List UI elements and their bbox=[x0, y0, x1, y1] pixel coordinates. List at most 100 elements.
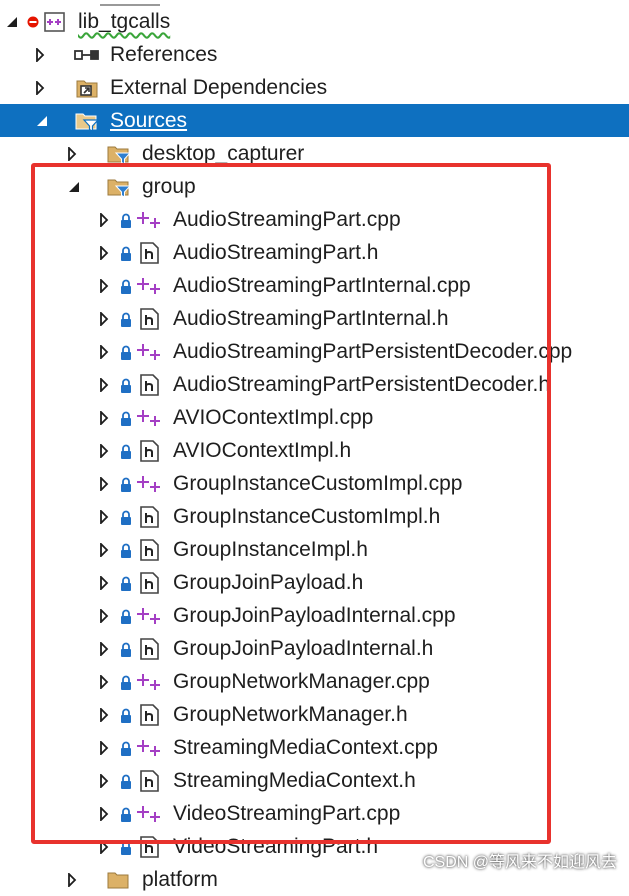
chevron-right-icon[interactable] bbox=[96, 830, 112, 863]
chevron-right-icon[interactable] bbox=[96, 665, 112, 698]
file-name: AVIOContextImpl.h bbox=[173, 439, 352, 462]
chevron-right-icon[interactable] bbox=[96, 335, 112, 368]
file-row[interactable]: AudioStreamingPartInternal.h bbox=[0, 302, 629, 335]
file-name: AudioStreamingPartInternal.cpp bbox=[173, 274, 471, 297]
cpp-file-icon bbox=[136, 669, 162, 695]
chevron-right-icon[interactable] bbox=[96, 533, 112, 566]
tree-node-desktop-capturer[interactable]: desktop_capturer bbox=[0, 137, 629, 170]
references-label: References bbox=[110, 43, 218, 66]
file-name: GroupJoinPayloadInternal.h bbox=[173, 637, 434, 660]
tree-node-project[interactable]: lib_tgcalls bbox=[0, 5, 629, 38]
chevron-right-icon[interactable] bbox=[64, 137, 80, 170]
chevron-right-icon[interactable] bbox=[32, 38, 48, 71]
lock-icon bbox=[120, 772, 132, 789]
lock-icon bbox=[120, 739, 132, 756]
file-row[interactable]: GroupJoinPayloadInternal.cpp bbox=[0, 599, 629, 632]
file-row[interactable]: AVIOContextImpl.h bbox=[0, 434, 629, 467]
lock-icon bbox=[120, 640, 132, 657]
file-row[interactable]: AVIOContextImpl.cpp bbox=[0, 401, 629, 434]
chevron-right-icon[interactable] bbox=[96, 368, 112, 401]
file-name: VideoStreamingPart.h bbox=[173, 835, 379, 858]
references-icon bbox=[74, 42, 100, 68]
header-file-icon bbox=[136, 636, 162, 662]
file-row[interactable]: StreamingMediaContext.cpp bbox=[0, 731, 629, 764]
file-row[interactable]: AudioStreamingPartPersistentDecoder.h bbox=[0, 368, 629, 401]
cpp-file-icon bbox=[136, 339, 162, 365]
file-row[interactable]: GroupInstanceImpl.h bbox=[0, 533, 629, 566]
cpp-project-icon bbox=[42, 9, 68, 35]
header-file-icon bbox=[136, 438, 162, 464]
chevron-down-icon[interactable] bbox=[66, 170, 82, 203]
chevron-right-icon[interactable] bbox=[96, 236, 112, 269]
file-name: GroupJoinPayload.h bbox=[173, 571, 364, 594]
file-name: GroupNetworkManager.h bbox=[173, 703, 408, 726]
lock-icon bbox=[120, 376, 132, 393]
lock-icon bbox=[120, 706, 132, 723]
chevron-right-icon[interactable] bbox=[96, 731, 112, 764]
error-status-icon bbox=[26, 9, 40, 35]
file-row[interactable]: AudioStreamingPart.h bbox=[0, 236, 629, 269]
lock-icon bbox=[120, 310, 132, 327]
filter-folder-icon bbox=[74, 108, 100, 134]
chevron-right-icon[interactable] bbox=[96, 401, 112, 434]
file-row[interactable]: GroupInstanceCustomImpl.h bbox=[0, 500, 629, 533]
file-name: GroupNetworkManager.cpp bbox=[173, 670, 430, 693]
file-row[interactable]: VideoStreamingPart.cpp bbox=[0, 797, 629, 830]
sources-label: Sources bbox=[110, 109, 188, 132]
file-name: AudioStreamingPart.h bbox=[173, 241, 379, 264]
file-name: GroupJoinPayloadInternal.cpp bbox=[173, 604, 456, 627]
header-file-icon bbox=[136, 570, 162, 596]
lock-icon bbox=[120, 574, 132, 591]
chevron-right-icon[interactable] bbox=[32, 71, 48, 104]
tree-node-references[interactable]: References bbox=[0, 38, 629, 71]
file-name: GroupInstanceCustomImpl.h bbox=[173, 505, 441, 528]
lock-icon bbox=[120, 277, 132, 294]
tree-node-external-dependencies[interactable]: External Dependencies bbox=[0, 71, 629, 104]
chevron-right-icon[interactable] bbox=[96, 599, 112, 632]
chevron-right-icon[interactable] bbox=[96, 566, 112, 599]
file-row[interactable]: GroupNetworkManager.h bbox=[0, 698, 629, 731]
header-file-icon bbox=[136, 504, 162, 530]
chevron-right-icon[interactable] bbox=[96, 434, 112, 467]
file-row[interactable]: AudioStreamingPart.cpp bbox=[0, 203, 629, 236]
tree-node-group[interactable]: group bbox=[0, 170, 629, 203]
group-label: group bbox=[142, 175, 196, 198]
chevron-right-icon[interactable] bbox=[96, 467, 112, 500]
chevron-right-icon[interactable] bbox=[96, 302, 112, 335]
file-row[interactable]: GroupInstanceCustomImpl.cpp bbox=[0, 467, 629, 500]
file-name: GroupInstanceCustomImpl.cpp bbox=[173, 472, 463, 495]
lock-icon bbox=[120, 508, 132, 525]
chevron-right-icon[interactable] bbox=[96, 797, 112, 830]
chevron-down-icon[interactable] bbox=[34, 104, 50, 137]
file-row[interactable]: StreamingMediaContext.h bbox=[0, 764, 629, 797]
tree-node-sources[interactable]: Sources bbox=[0, 104, 629, 137]
file-name: AudioStreamingPartInternal.h bbox=[173, 307, 449, 330]
header-file-icon bbox=[136, 537, 162, 563]
lock-icon bbox=[120, 211, 132, 228]
lock-icon bbox=[120, 442, 132, 459]
file-name: GroupInstanceImpl.h bbox=[173, 538, 368, 561]
lock-icon bbox=[120, 409, 132, 426]
file-row[interactable]: AudioStreamingPartInternal.cpp bbox=[0, 269, 629, 302]
chevron-right-icon[interactable] bbox=[96, 203, 112, 236]
lock-icon bbox=[120, 607, 132, 624]
lock-icon bbox=[120, 673, 132, 690]
chevron-right-icon[interactable] bbox=[96, 698, 112, 731]
chevron-right-icon[interactable] bbox=[96, 500, 112, 533]
file-name: AudioStreamingPartPersistentDecoder.h bbox=[173, 373, 551, 396]
chevron-right-icon[interactable] bbox=[96, 269, 112, 302]
lock-icon bbox=[120, 805, 132, 822]
chevron-down-icon[interactable] bbox=[4, 5, 20, 38]
file-row[interactable]: GroupJoinPayload.h bbox=[0, 566, 629, 599]
cpp-file-icon bbox=[136, 801, 162, 827]
lock-icon bbox=[120, 541, 132, 558]
chevron-right-icon[interactable] bbox=[96, 632, 112, 665]
cpp-file-icon bbox=[136, 735, 162, 761]
file-row[interactable]: AudioStreamingPartPersistentDecoder.cpp bbox=[0, 335, 629, 368]
file-row[interactable]: GroupNetworkManager.cpp bbox=[0, 665, 629, 698]
file-name: StreamingMediaContext.h bbox=[173, 769, 416, 792]
chevron-right-icon[interactable] bbox=[96, 764, 112, 797]
file-name: AudioStreamingPart.cpp bbox=[173, 208, 401, 231]
file-row[interactable]: GroupJoinPayloadInternal.h bbox=[0, 632, 629, 665]
cpp-file-icon bbox=[136, 207, 162, 233]
